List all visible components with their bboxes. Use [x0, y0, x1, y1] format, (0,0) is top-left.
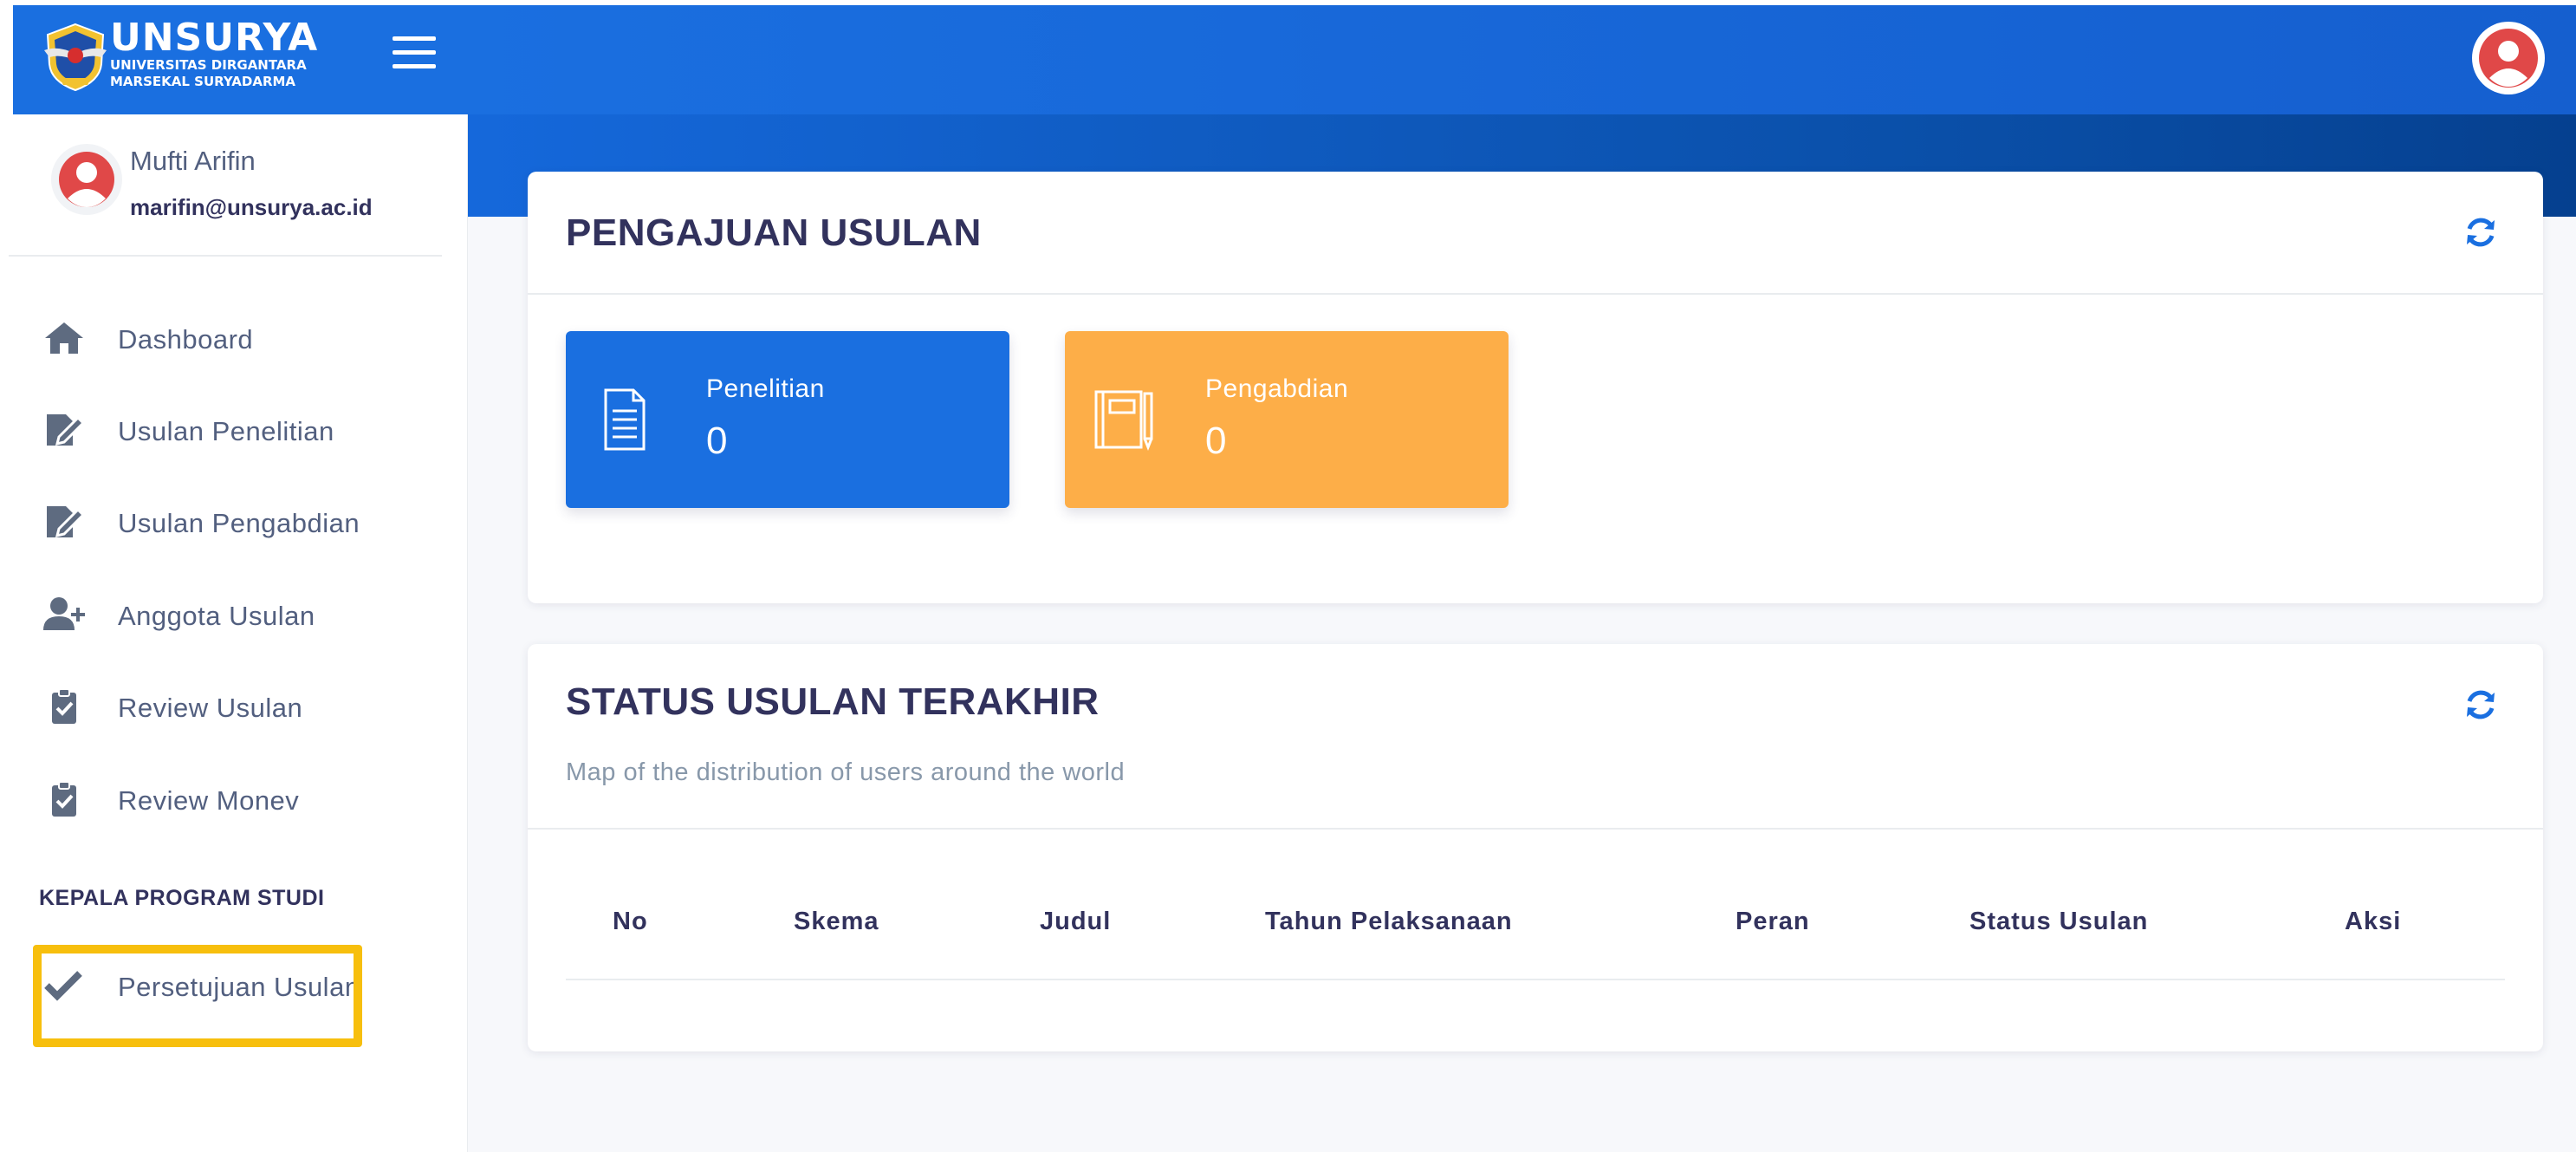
notebook-pen-icon — [1094, 390, 1153, 452]
sidebar-item-label: Persetujuan Usulan — [118, 972, 360, 1002]
sidebar-item-usulan-penelitian[interactable]: Usulan Penelitian — [26, 406, 433, 458]
card-divider — [528, 293, 2543, 295]
brand-name: UNSURYA — [110, 16, 319, 60]
sidebar-item-review-usulan[interactable]: Review Usulan — [26, 682, 433, 734]
table-header-skema: Skema — [794, 908, 879, 935]
sidebar-section-heading: KEPALA PROGRAM STUDI — [39, 886, 325, 910]
brand-subtitle: UNIVERSITAS DIRGANTARA MARSEKAL SURYADAR… — [110, 57, 307, 90]
card-subtitle: Map of the distribution of users around … — [566, 758, 1126, 786]
document-icon — [604, 388, 646, 451]
home-icon — [45, 322, 83, 354]
top-navbar — [468, 5, 2576, 114]
stat-card-penelitian[interactable]: Penelitian 0 — [566, 331, 1009, 508]
table-header-divider — [566, 979, 2505, 980]
sidebar-item-label: Dashboard — [118, 324, 254, 355]
refresh-icon[interactable] — [2463, 687, 2498, 722]
sidebar-item-label: Review Usulan — [118, 693, 303, 723]
stat-value: 0 — [706, 420, 728, 462]
user-avatar-icon[interactable] — [2471, 21, 2546, 95]
clipboard-check-icon — [52, 781, 76, 817]
university-crest-icon — [44, 23, 107, 92]
user-name: Mufti Arifin — [130, 146, 256, 176]
table-header-judul: Judul — [1040, 908, 1112, 935]
sidebar-item-anggota-usulan[interactable]: Anggota Usulan — [26, 590, 433, 642]
sidebar-item-dashboard[interactable]: Dashboard — [26, 314, 433, 366]
table-header-no: No — [613, 908, 648, 935]
stat-value: 0 — [1205, 420, 1227, 462]
edit-document-icon — [47, 414, 85, 446]
sidebar-item-usulan-pengabdian[interactable]: Usulan Pengabdian — [26, 498, 433, 550]
card-divider — [528, 828, 2543, 830]
sidebar-item-review-monev[interactable]: Review Monev — [26, 775, 433, 827]
brand-subtitle-line2: MARSEKAL SURYADARMA — [110, 74, 296, 89]
sidebar-item-label: Usulan Pengabdian — [118, 508, 360, 538]
user-email: marifin@unsurya.ac.id — [130, 194, 373, 220]
status-usulan-card: STATUS USULAN TERAKHIR Map of the distri… — [528, 644, 2543, 1051]
stat-card-pengabdian[interactable]: Pengabdian 0 — [1065, 331, 1509, 508]
clipboard-check-icon — [52, 688, 76, 724]
table-header-tahun-pelaksanaan: Tahun Pelaksanaan — [1265, 908, 1513, 935]
pengajuan-usulan-card: PENGAJUAN USULAN Penelitian 0 Pengabdian… — [528, 172, 2543, 603]
card-title: PENGAJUAN USULAN — [566, 212, 982, 254]
check-icon — [44, 971, 82, 1001]
user-plus-icon — [43, 597, 85, 630]
card-title: STATUS USULAN TERAKHIR — [566, 680, 1100, 723]
hamburger-menu-icon[interactable] — [393, 36, 436, 71]
sidebar-item-label: Review Monev — [118, 785, 300, 816]
refresh-icon[interactable] — [2463, 215, 2498, 250]
sidebar-item-label: Usulan Penelitian — [118, 416, 334, 446]
sidebar-brand[interactable]: UNSURYA UNIVERSITAS DIRGANTARA MARSEKAL … — [13, 5, 468, 114]
sidebar-item-label: Anggota Usulan — [118, 601, 315, 631]
brand-subtitle-line1: UNIVERSITAS DIRGANTARA — [110, 57, 307, 73]
user-avatar-icon[interactable] — [50, 143, 123, 216]
edit-document-icon — [47, 506, 85, 538]
sidebar-item-persetujuan-usulan[interactable]: Persetujuan Usulan — [26, 961, 433, 1013]
stat-label: Pengabdian — [1205, 374, 1349, 403]
stat-label: Penelitian — [706, 374, 825, 403]
table-header-peran: Peran — [1736, 908, 1810, 935]
table-header-aksi: Aksi — [2345, 908, 2402, 935]
table-header-status-usulan: Status Usulan — [1969, 908, 2149, 935]
